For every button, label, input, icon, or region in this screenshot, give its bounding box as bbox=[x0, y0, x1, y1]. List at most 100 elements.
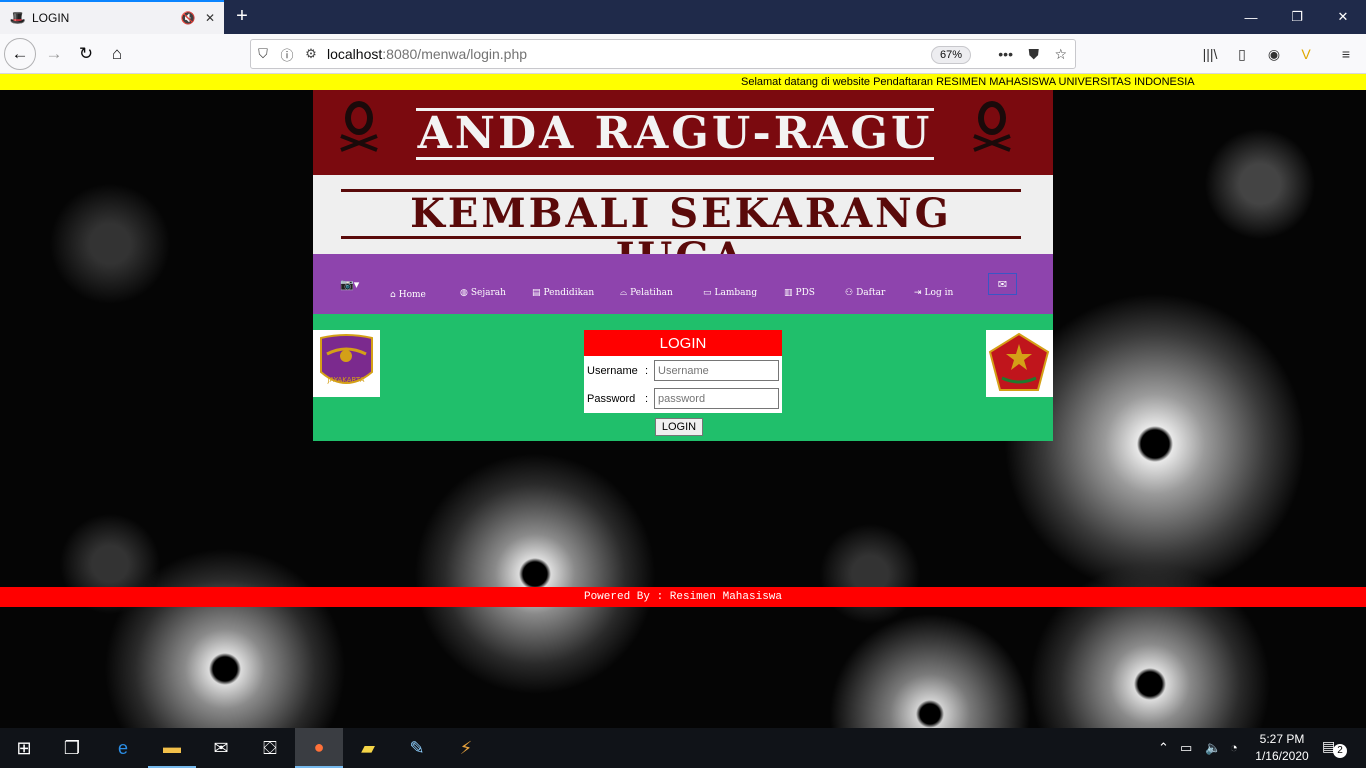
pocket-icon[interactable]: ⛊ bbox=[1029, 46, 1040, 63]
login-form: LOGIN Username : Password : bbox=[584, 330, 782, 413]
laptop-icon: ▭ bbox=[703, 288, 712, 298]
menu-item-pds[interactable]: ▥ PDS bbox=[784, 288, 815, 298]
task-view-button[interactable]: ❐ bbox=[48, 728, 96, 768]
address-bar[interactable]: ⛉ ⓘ ⚙ localhost:8080/menwa/login.php 67%… bbox=[250, 39, 1076, 69]
taskbar-file-explorer[interactable]: ▬ bbox=[148, 728, 196, 768]
lightning-app-icon: ⚡ bbox=[459, 737, 473, 758]
bookmark-star-icon[interactable]: ☆ bbox=[1054, 46, 1067, 63]
back-arrow-icon: ← bbox=[11, 44, 29, 63]
main-menu: 📷▾ ⌂ Home ◍ Sejarah ▤ Pendidikan ⌓ Pelatihan… bbox=[313, 254, 1053, 314]
right-emblem-icon bbox=[973, 101, 1011, 152]
zoom-indicator[interactable]: 67% bbox=[930, 46, 971, 64]
new-tab-button[interactable]: + bbox=[230, 4, 254, 28]
graduation-cap-icon: ⌓ bbox=[620, 288, 628, 298]
mute-tab-icon[interactable]: 🔇 bbox=[180, 10, 196, 26]
windows-taskbar: ⊞ ❐ e ▬ ✉ ⛋ ● ▰ ✎ ⚡ ⌃ ▭ 🔈 ◔ 5:27 PM 1/16… bbox=[0, 728, 1366, 768]
book-icon: ▤ bbox=[532, 288, 541, 298]
close-tab-icon[interactable]: ✕ bbox=[202, 10, 218, 26]
username-label: Username bbox=[587, 364, 638, 377]
banner-headline-1: ANDA RAGU-RAGU bbox=[416, 108, 934, 160]
windows-logo-icon: ⊞ bbox=[16, 737, 32, 758]
taskbar-firefox[interactable]: ● bbox=[295, 728, 343, 768]
left-emblem-icon bbox=[340, 101, 378, 152]
username-colon: : bbox=[645, 364, 649, 377]
edge-icon: e bbox=[117, 737, 128, 758]
banner-top: ANDA RAGU-RAGU bbox=[313, 90, 1053, 175]
globe-icon: ◍ bbox=[460, 288, 468, 298]
battery-icon[interactable]: ▭ bbox=[1180, 740, 1192, 756]
taskbar-sticky-notes[interactable]: ▰ bbox=[344, 728, 392, 768]
start-button[interactable]: ⊞ bbox=[0, 728, 48, 768]
clock-time: 5:27 PM bbox=[1259, 732, 1305, 746]
menu-item-login[interactable]: ⇥ Log in bbox=[914, 288, 953, 298]
action-center-button[interactable]: ▤ 2 bbox=[1322, 738, 1347, 760]
username-row: Username : bbox=[587, 360, 779, 381]
restore-window-button[interactable]: ❐ bbox=[1274, 0, 1320, 34]
taskbar-app[interactable]: ⚡ bbox=[442, 728, 490, 768]
taskbar-paint[interactable]: ✎ bbox=[393, 728, 441, 768]
password-colon: : bbox=[645, 392, 649, 405]
notification-count-badge: 2 bbox=[1333, 744, 1347, 758]
banner-middle: KEMBALI SEKARANG JUGA bbox=[313, 175, 1053, 280]
welcome-marquee: Selamat datang di website Pendaftaran RE… bbox=[0, 74, 1366, 90]
home-icon: ⌂ bbox=[111, 44, 123, 63]
paint-icon: ✎ bbox=[409, 737, 425, 758]
reload-icon: ↻ bbox=[78, 44, 94, 63]
clock-date: 1/16/2020 bbox=[1255, 749, 1309, 763]
taskbar-mail[interactable]: ✉ bbox=[197, 728, 245, 768]
account-icon[interactable]: ◉ bbox=[1264, 44, 1284, 64]
army-logo bbox=[986, 330, 1053, 397]
menu-item-lambang[interactable]: ▭ Lambang bbox=[703, 288, 757, 298]
web-page: Selamat datang di website Pendaftaran RE… bbox=[0, 74, 1366, 728]
info-icon[interactable]: ⓘ bbox=[275, 45, 299, 64]
login-button[interactable]: LOGIN bbox=[655, 418, 703, 436]
camera-dropdown-icon[interactable]: 📷▾ bbox=[340, 278, 359, 291]
tab-title: LOGIN bbox=[32, 11, 70, 25]
task-view-icon: ❐ bbox=[63, 737, 81, 758]
menu-icon[interactable]: ≡ bbox=[1336, 44, 1356, 64]
page-footer: Powered By : Resimen Mahasiswa bbox=[0, 587, 1366, 607]
extension-icon[interactable]: V bbox=[1296, 44, 1316, 64]
library-icon[interactable]: |||\ bbox=[1200, 44, 1220, 64]
map-icon: ▥ bbox=[784, 288, 793, 298]
taskbar-edge[interactable]: e bbox=[99, 728, 147, 768]
menu-item-sejarah[interactable]: ◍ Sejarah bbox=[460, 288, 506, 298]
shield-icon[interactable]: ⛉ bbox=[251, 46, 275, 62]
browser-tab[interactable]: 🎩 LOGIN 🔇 ✕ bbox=[0, 0, 224, 34]
forward-button[interactable]: → bbox=[38, 38, 70, 70]
permissions-icon[interactable]: ⚙ bbox=[299, 46, 323, 62]
forward-arrow-icon: → bbox=[45, 44, 63, 63]
volume-icon[interactable]: 🔈 bbox=[1205, 740, 1221, 756]
firefox-icon: ● bbox=[313, 736, 325, 757]
mail-button[interactable]: ✉ bbox=[988, 273, 1017, 295]
jayakarta-logo: JAYAKARTA bbox=[313, 330, 380, 397]
sticky-notes-icon: ▰ bbox=[361, 737, 375, 758]
sign-in-icon: ⇥ bbox=[914, 288, 922, 298]
password-row: Password : bbox=[587, 388, 779, 409]
page-actions-icon[interactable]: ••• bbox=[998, 46, 1013, 62]
jayakarta-logo-text: JAYAKARTA bbox=[327, 376, 365, 384]
menu-item-pendidikan[interactable]: ▤ Pendidikan bbox=[532, 288, 594, 298]
taskbar-store[interactable]: ⛋ bbox=[246, 728, 294, 768]
home-button[interactable]: ⌂ bbox=[101, 38, 133, 70]
sidebar-icon[interactable]: ▯ bbox=[1232, 44, 1252, 64]
back-button[interactable]: ← bbox=[4, 38, 36, 70]
close-window-button[interactable]: ✕ bbox=[1320, 0, 1366, 34]
store-icon: ⛋ bbox=[263, 737, 277, 758]
password-input[interactable] bbox=[654, 388, 779, 409]
users-icon: ⚇ bbox=[845, 288, 854, 298]
menu-item-pelatihan[interactable]: ⌓ Pelatihan bbox=[620, 288, 673, 298]
show-hidden-icons-icon[interactable]: ⌃ bbox=[1158, 740, 1169, 756]
reload-button[interactable]: ↻ bbox=[70, 38, 102, 70]
url-text[interactable]: localhost:8080/menwa/login.php bbox=[327, 46, 527, 62]
content-area: JAYAKARTA LOGIN Username : Password : LO… bbox=[313, 314, 1053, 441]
banner-headline-2: KEMBALI SEKARANG JUGA bbox=[341, 189, 1021, 280]
menu-item-home[interactable]: ⌂ Home bbox=[390, 290, 426, 300]
username-input[interactable] bbox=[654, 360, 779, 381]
browser-nav-bar: ← → ↻ ⌂ ⛉ ⓘ ⚙ localhost:8080/menwa/login… bbox=[0, 34, 1366, 74]
system-clock[interactable]: 5:27 PM 1/16/2020 bbox=[1250, 731, 1314, 765]
menu-item-daftar[interactable]: ⚇ Daftar bbox=[845, 288, 885, 298]
network-icon[interactable]: ◔ bbox=[1230, 740, 1238, 755]
minimize-window-button[interactable]: — bbox=[1228, 0, 1274, 34]
folder-icon: ▬ bbox=[163, 736, 181, 757]
